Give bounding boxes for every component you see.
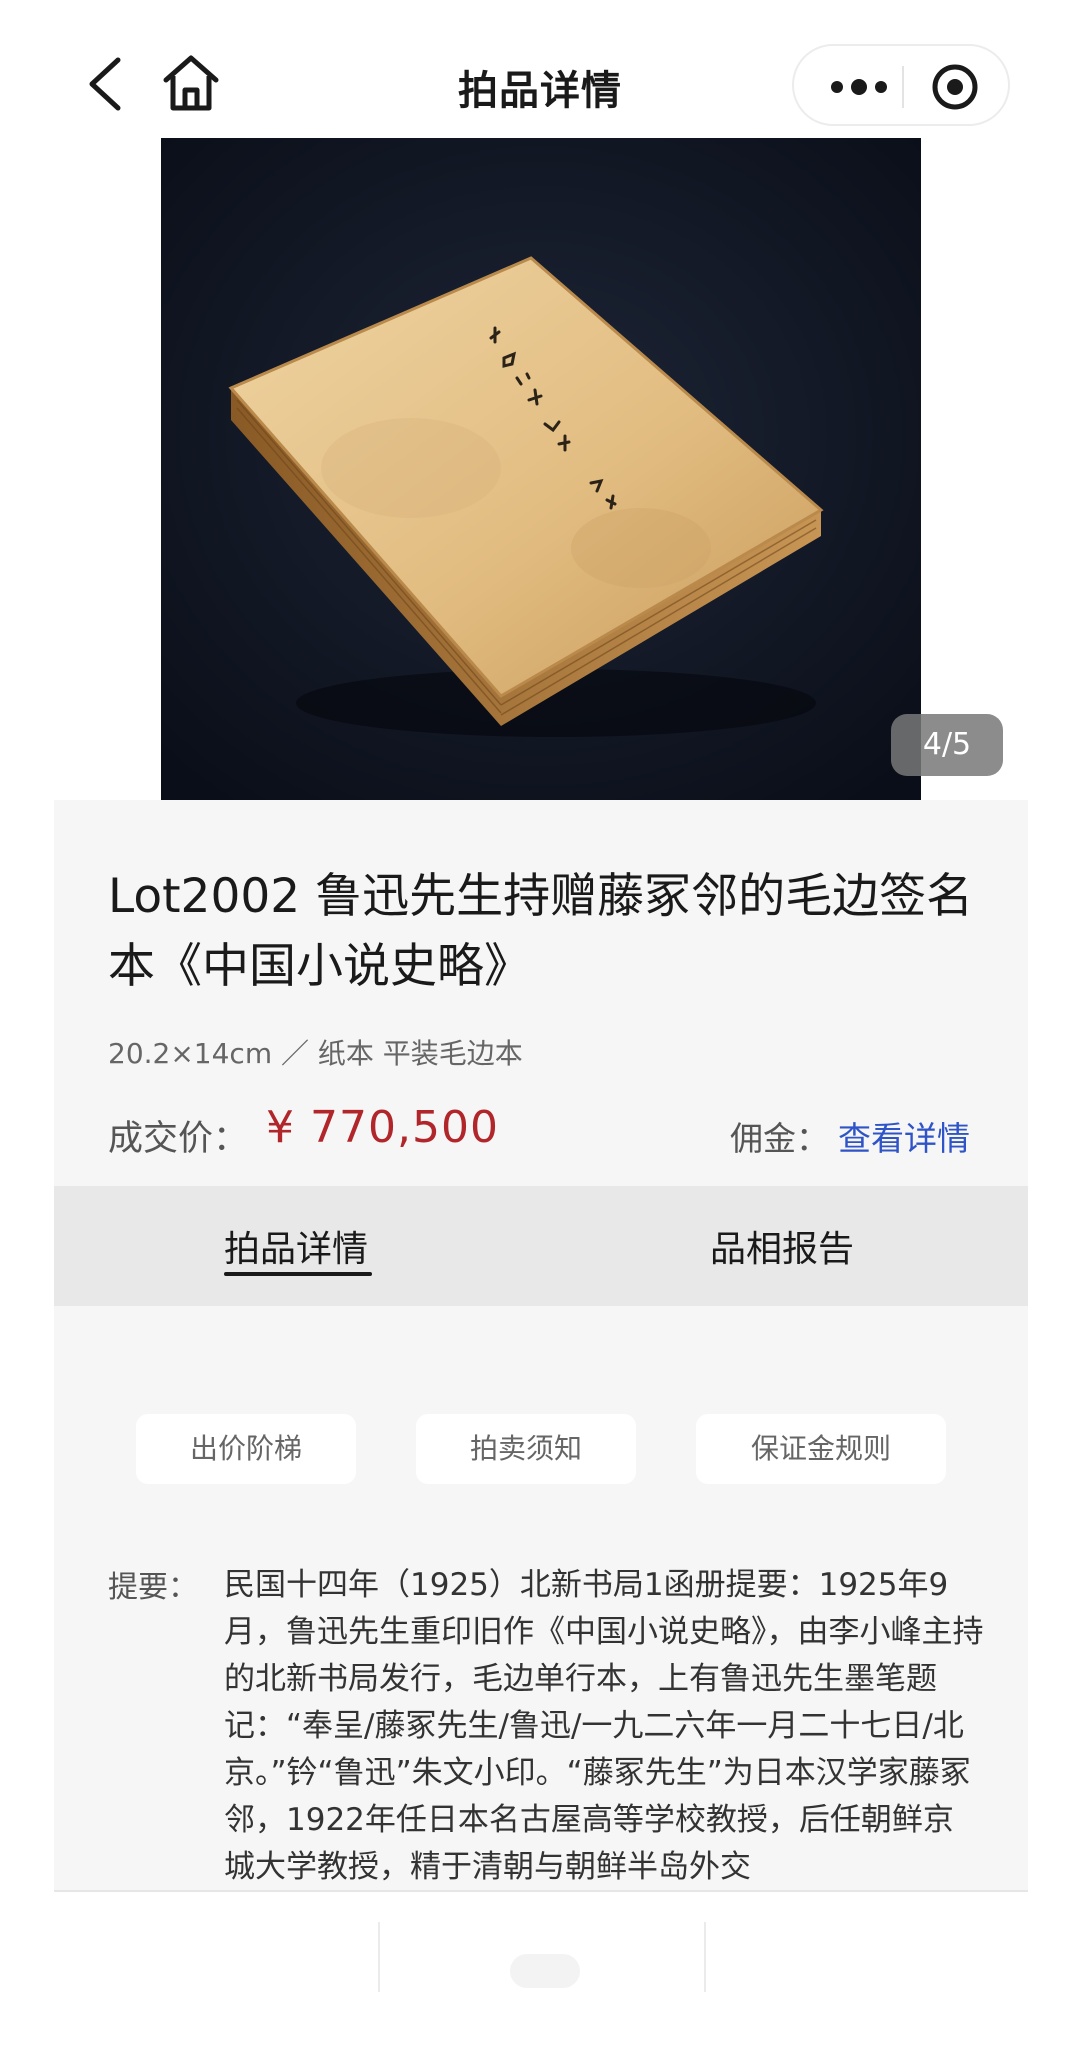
- summary-label: 提要：: [108, 1570, 198, 1605]
- top-navigation-bar: 拍品详情: [0, 0, 1080, 140]
- lot-spec: 20.2×14cm ／ 纸本 平装毛边本: [108, 1037, 523, 1070]
- mini-program-capsule: [792, 44, 1010, 126]
- commission-label: 佣金：: [730, 1119, 829, 1158]
- book-image: [161, 138, 921, 800]
- bottom-action-icon[interactable]: [510, 1954, 580, 1988]
- bottom-divider: [378, 1922, 380, 1992]
- price-label: 成交价：: [108, 1119, 249, 1159]
- bottom-divider: [704, 1922, 706, 1992]
- lot-photo[interactable]: [161, 138, 921, 800]
- commission-details-link[interactable]: 查看详情: [838, 1112, 970, 1160]
- detail-tabs: 拍品详情 品相报告: [54, 1186, 1028, 1306]
- price-value: ¥ 770,500: [266, 1102, 499, 1153]
- auction-notice-button[interactable]: 拍卖须知: [416, 1414, 636, 1484]
- capsule-divider: [902, 66, 904, 108]
- gallery-counter: 4/5: [891, 714, 1003, 776]
- close-mini-program-button[interactable]: [930, 62, 980, 112]
- tab-lot-details[interactable]: 拍品详情: [224, 1220, 368, 1272]
- lot-info-panel: Lot2002 鲁迅先生持赠藤冢邻的毛边签名本《中国小说史略》 20.2×14c…: [54, 800, 1028, 1890]
- more-button[interactable]: [824, 60, 894, 114]
- summary-text: 民国十四年（1925）北新书局1函册提要：1925年9月，鲁迅先生重印旧作《中国…: [224, 1567, 984, 1885]
- record-target-icon: [932, 64, 978, 110]
- page: 拍品详情 4/5 Lot2002 鲁迅先生持赠藤冢邻的毛边签名本《中国小说史略》…: [0, 0, 1080, 2060]
- bid-increment-button[interactable]: 出价阶梯: [136, 1414, 356, 1484]
- deposit-rules-button[interactable]: 保证金规则: [696, 1414, 946, 1484]
- tab-condition-report[interactable]: 品相报告: [710, 1220, 854, 1272]
- lot-title: Lot2002 鲁迅先生持赠藤冢邻的毛边签名本《中国小说史略》: [108, 869, 974, 994]
- more-dots-icon: [831, 79, 887, 95]
- bottom-action-bar: [54, 1890, 1028, 2020]
- active-tab-indicator: [224, 1272, 372, 1276]
